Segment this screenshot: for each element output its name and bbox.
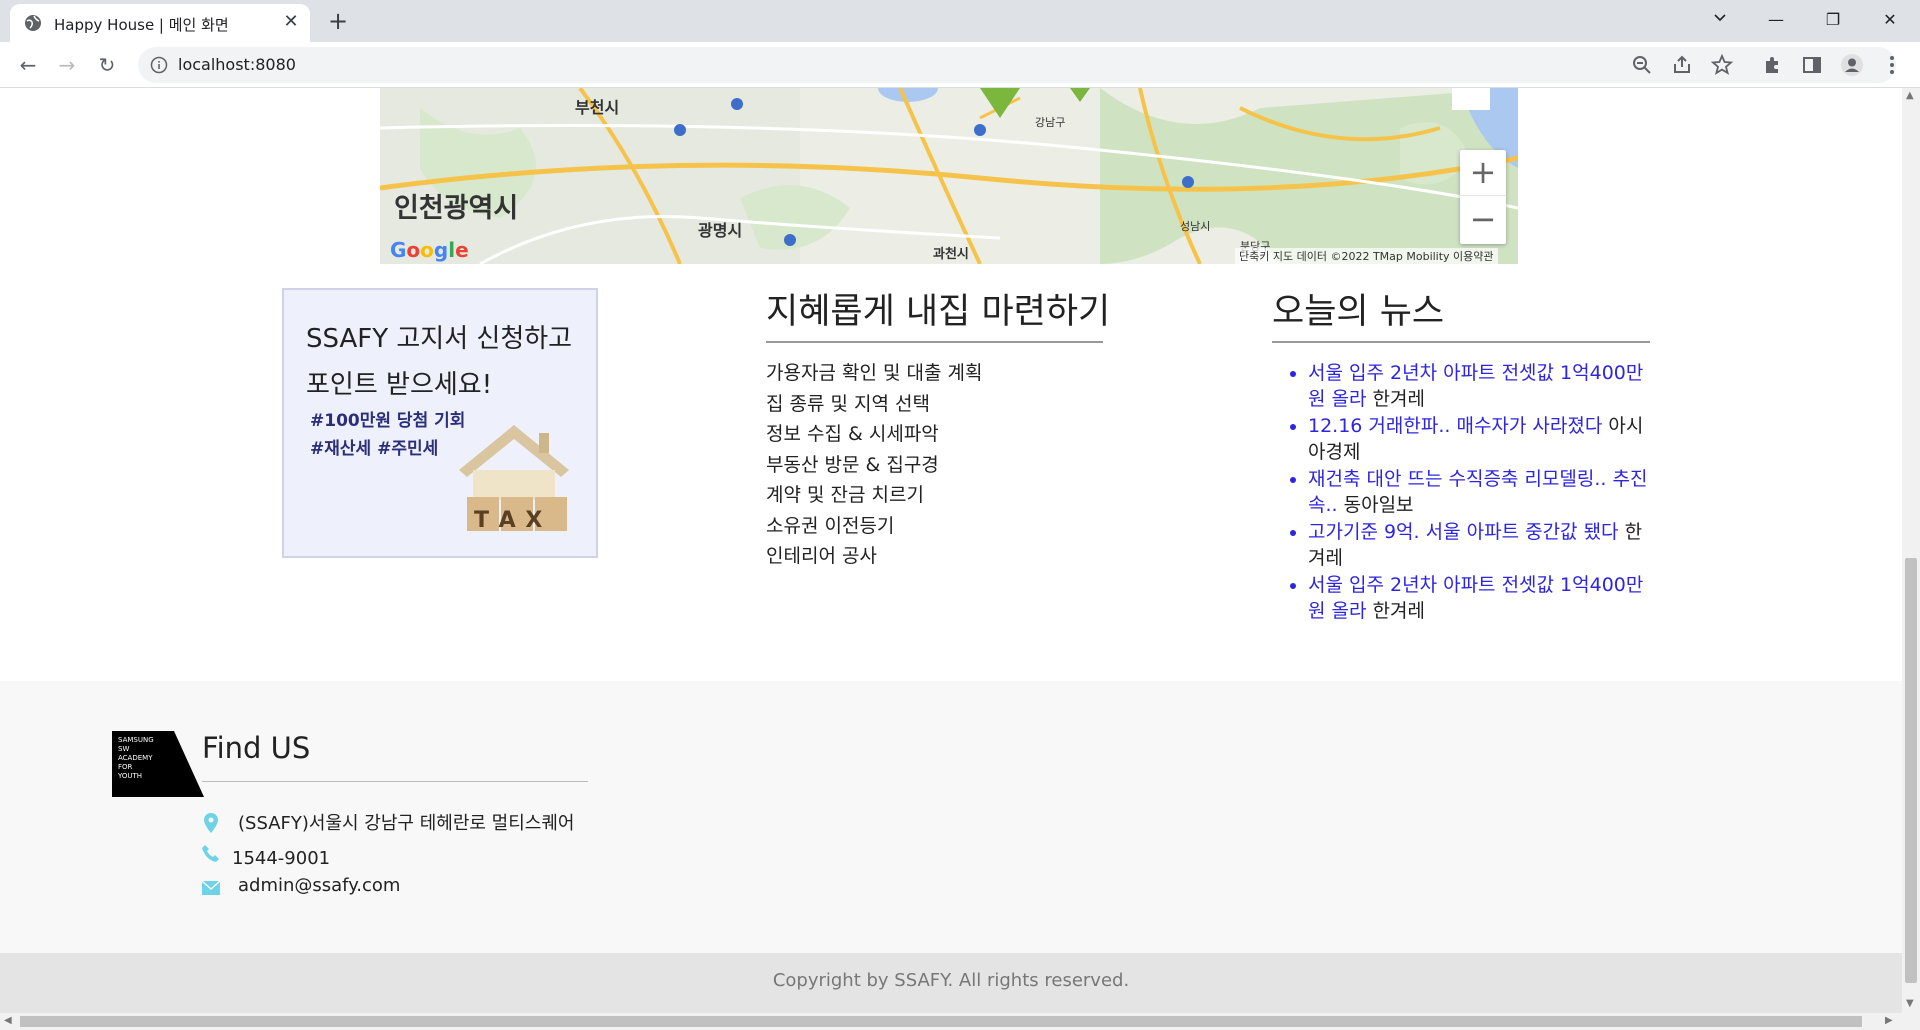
side-panel-icon[interactable] xyxy=(1800,53,1824,77)
map-attribution[interactable]: 단축키 지도 데이터 ©2022 TMap Mobility 이용약관 xyxy=(1235,248,1498,264)
svg-text:ACADEMY: ACADEMY xyxy=(118,754,153,762)
forward-button[interactable]: → xyxy=(53,51,81,79)
find-us-title: Find US xyxy=(202,731,311,765)
horizontal-scrollbar[interactable]: ◀ ▶ xyxy=(0,1013,1920,1030)
scroll-up-icon[interactable]: ▲ xyxy=(1906,90,1914,101)
news-item: 서울 입주 2년차 아파트 전셋값 1억400만원 올라 한겨레 xyxy=(1308,360,1652,412)
svg-text:SAMSUNG: SAMSUNG xyxy=(118,736,154,744)
profile-avatar-icon[interactable] xyxy=(1840,53,1864,77)
back-button[interactable]: ← xyxy=(14,51,42,79)
globe-icon xyxy=(25,15,41,31)
ad-headline-2: 포인트 받으세요! xyxy=(306,370,493,400)
ssafy-logo[interactable]: SAMSUNG SW ACADEMY FOR YOUTH xyxy=(112,731,204,797)
news-list: 서울 입주 2년차 아파트 전셋값 1억400만원 올라 한겨레 12.16 거… xyxy=(1270,360,1652,625)
ad-tag-2: #재산세 #주민세 xyxy=(310,439,439,459)
list-item: 부동산 방문 & 집구경 xyxy=(766,453,939,476)
news-item: 재건축 대안 뜨는 수직증축 리모델링.. 추진 속.. 동아일보 xyxy=(1308,466,1652,518)
browser-tab-bar: Happy House | 메인 화면 ✕ + — ❐ ✕ xyxy=(0,0,1920,42)
find-us-divider xyxy=(202,781,588,782)
browser-tab[interactable]: Happy House | 메인 화면 ✕ xyxy=(10,4,310,42)
tab-title: Happy House | 메인 화면 xyxy=(54,16,229,34)
google-map[interactable]: 인천광역시 부천시 광명시 과천시 강남구 성남시 분당구 + − Google… xyxy=(380,88,1518,264)
list-item: 인테리어 공사 xyxy=(766,545,877,567)
url-text[interactable]: localhost:8080 xyxy=(178,55,296,74)
page-viewport: 인천광역시 부천시 광명시 과천시 강남구 성남시 분당구 + − Google… xyxy=(0,88,1902,1013)
scroll-left-icon[interactable]: ◀ xyxy=(4,1015,12,1026)
restore-button[interactable]: ❐ xyxy=(1813,6,1853,34)
tab-search-icon[interactable] xyxy=(1700,6,1740,34)
footer-email[interactable]: admin@ssafy.com xyxy=(238,875,400,896)
news-link[interactable]: 서울 입주 2년차 아파트 전셋값 1억400만원 올라 xyxy=(1308,574,1643,622)
svg-text:SW: SW xyxy=(118,745,129,753)
vertical-scroll-thumb[interactable] xyxy=(1905,558,1917,983)
news-item: 서울 입주 2년차 아파트 전셋값 1억400만원 올라 한겨레 xyxy=(1308,572,1652,624)
vertical-scrollbar[interactable]: ▲ ▼ xyxy=(1902,88,1920,1013)
map-label-gwacheon: 과천시 xyxy=(933,247,969,262)
map-zoom-control: + − xyxy=(1460,150,1506,244)
ad-tax-blocks: T A X xyxy=(474,508,544,533)
list-item: 계약 및 잔금 치르기 xyxy=(766,484,924,506)
svg-text:YOUTH: YOUTH xyxy=(117,772,142,780)
news-link[interactable]: 12.16 거래한파.. 매수자가 사라졌다 xyxy=(1308,415,1602,437)
footer: SAMSUNG SW ACADEMY FOR YOUTH Find US (SS… xyxy=(0,681,1902,953)
tab-close-icon[interactable]: ✕ xyxy=(280,12,302,34)
news-link[interactable]: 서울 입주 2년차 아파트 전셋값 1억400만원 올라 xyxy=(1308,362,1643,410)
news-link[interactable]: 고가기준 9억. 서울 아파트 중간값 됐다 xyxy=(1308,521,1619,543)
list-item: 정보 수집 & 시세파악 xyxy=(766,423,939,445)
news-item: 12.16 거래한파.. 매수자가 사라졌다 아시아경제 xyxy=(1308,413,1652,465)
mail-icon xyxy=(202,881,220,895)
news-source: 동아일보 xyxy=(1343,494,1414,516)
map-label-bucheon: 부천시 xyxy=(575,98,620,117)
list-item: 소유권 이전등기 xyxy=(766,514,895,537)
close-window-button[interactable]: ✕ xyxy=(1870,6,1910,34)
news-source: 한겨레 xyxy=(1372,388,1425,410)
star-icon[interactable] xyxy=(1710,53,1734,77)
map-label-incheon: 인천광역시 xyxy=(394,193,519,224)
steps-title: 지혜롭게 내집 마련하기 xyxy=(766,292,1111,332)
horizontal-scroll-thumb[interactable] xyxy=(20,1016,1862,1027)
footer-address: (SSAFY)서울시 강남구 테헤란로 멀티스퀘어 xyxy=(238,813,575,834)
scroll-right-icon[interactable]: ▶ xyxy=(1885,1015,1893,1026)
news-source: 한겨레 xyxy=(1372,600,1425,622)
map-zoom-out-button[interactable]: − xyxy=(1460,197,1506,243)
svg-text:FOR: FOR xyxy=(118,763,133,771)
news-title: 오늘의 뉴스 xyxy=(1272,292,1445,332)
browser-toolbar: ← → ↻ localhost:8080 xyxy=(0,42,1920,88)
map-tiles xyxy=(380,88,1518,264)
tax-bill-ad-banner[interactable]: SSAFY 고지서 신청하고 포인트 받으세요! #100만원 당첨 기회 #재… xyxy=(282,288,598,558)
location-pin-icon xyxy=(204,813,218,833)
list-item: 집 종류 및 지역 선택 xyxy=(766,392,930,415)
list-item: 가용자금 확인 및 대출 계획 xyxy=(766,362,983,384)
news-item: 고가기준 9억. 서울 아파트 중간값 됐다 한겨레 xyxy=(1308,519,1652,571)
copyright-text: Copyright by SSAFY. All rights reserved. xyxy=(772,970,1130,991)
map-label-gwangmyeong: 광명시 xyxy=(698,221,743,240)
ad-headline-1: SSAFY 고지서 신청하고 xyxy=(306,324,573,354)
footer-phone: 1544-9001 xyxy=(232,848,331,869)
minimize-button[interactable]: — xyxy=(1756,6,1796,34)
copyright-bar: Copyright by SSAFY. All rights reserved. xyxy=(0,953,1902,1013)
news-divider xyxy=(1272,341,1650,343)
map-label-gangnam: 강남구 xyxy=(1035,116,1066,129)
google-logo[interactable]: Google xyxy=(390,238,469,262)
info-icon[interactable] xyxy=(150,56,168,74)
zoom-icon[interactable] xyxy=(1630,53,1654,77)
menu-icon[interactable] xyxy=(1880,53,1904,77)
address-bar[interactable]: localhost:8080 xyxy=(138,47,1896,83)
steps-divider xyxy=(766,341,1103,343)
scroll-down-icon[interactable]: ▼ xyxy=(1906,998,1914,1009)
steps-list: 가용자금 확인 및 대출 계획 집 종류 및 지역 선택 정보 수집 & 시세파… xyxy=(766,358,982,572)
map-zoom-in-button[interactable]: + xyxy=(1460,150,1506,196)
ad-tag-1: #100만원 당첨 기회 xyxy=(310,411,466,431)
map-label-seongnam: 성남시 xyxy=(1180,220,1211,233)
extensions-icon[interactable] xyxy=(1760,53,1784,77)
new-tab-button[interactable]: + xyxy=(324,8,352,36)
share-icon[interactable] xyxy=(1670,53,1694,77)
reload-button[interactable]: ↻ xyxy=(93,51,121,79)
phone-icon xyxy=(202,845,219,862)
